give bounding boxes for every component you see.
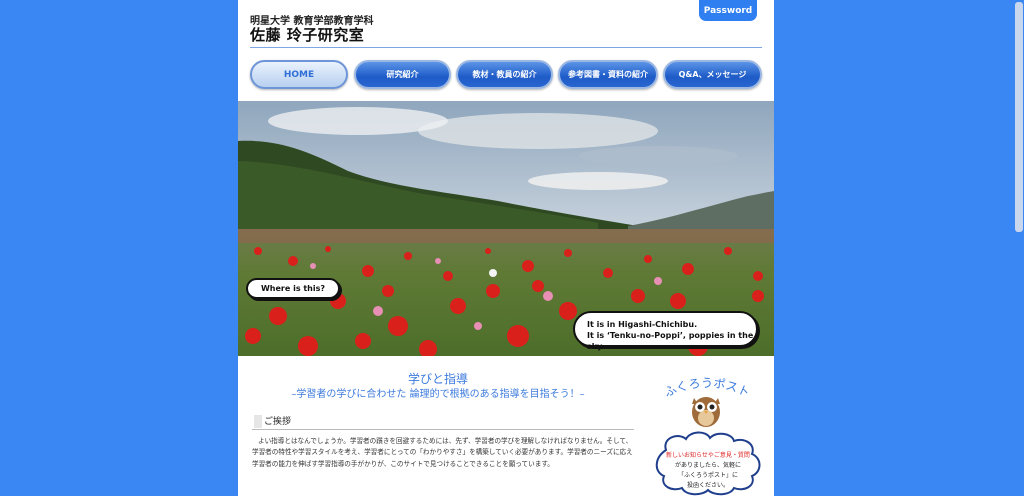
page-container: 明星大学 教育学部教育学科 佐藤 玲子研究室 Password HOME 研究紹… [238,0,774,496]
owl-icon [692,397,720,427]
vertical-scrollbar[interactable] [1014,0,1024,496]
heading-marker [254,415,262,428]
hero-image: Where is this? It is in Higashi-Chichibu… [238,101,774,356]
nav-item-home[interactable]: HOME [250,60,348,89]
nav-item-references[interactable]: 参考図書・資料の紹介 [558,60,658,89]
greeting-body: よい指導とはなんでしょうか。学習者の躓きを回避するためには、先ず、学習者の学びを… [252,437,633,468]
header-divider [250,47,762,48]
answer-speech-bubble: It is in Higashi-Chichibu. It is ‘Tenku-… [573,311,758,351]
main-nav: HOME 研究紹介 教材・教員の紹介 参考図書・資料の紹介 Q&A、メッセージ [250,60,762,89]
notice-line-2: がありましたら、気軽に [674,462,741,469]
lab-title: 佐藤 玲子研究室 [250,26,365,44]
greeting-heading-bar: ご挨拶 [252,412,634,430]
main-subtitle: –学習者の学びに合わせた 論理的で根拠のある指導を目指そう！– [291,389,585,400]
greeting-heading: ご挨拶 [264,417,292,427]
nav-item-qa[interactable]: Q&A、メッセージ [663,60,762,89]
answer-line-1: It is in Higashi-Chichibu. [587,320,698,329]
nav-item-materials[interactable]: 教材・教員の紹介 [456,60,553,89]
owl-post-sidebar[interactable]: ふくろうポスト 新しいお知らせやご意見・質問 がありましたら、気軽に 「ふくろう… [650,362,764,496]
owl-post-notice: 新しいお知らせやご意見・質問 がありましたら、気軽に 「ふくろうポスト」に 投函… [662,451,754,491]
notice-line-3: 「ふくろうポスト」に [677,472,738,479]
answer-line-2: It is ‘Tenku-no-Poppi’, poppies in the s… [587,331,754,351]
notice-highlight: 新しいお知らせやご意見・質問 [666,452,750,459]
notice-line-4: 投函ください。 [686,482,729,489]
nav-item-research[interactable]: 研究紹介 [354,60,451,89]
password-button[interactable]: Password [699,0,757,21]
scrollbar-thumb[interactable] [1015,2,1023,232]
where-speech-bubble: Where is this? [246,278,340,299]
